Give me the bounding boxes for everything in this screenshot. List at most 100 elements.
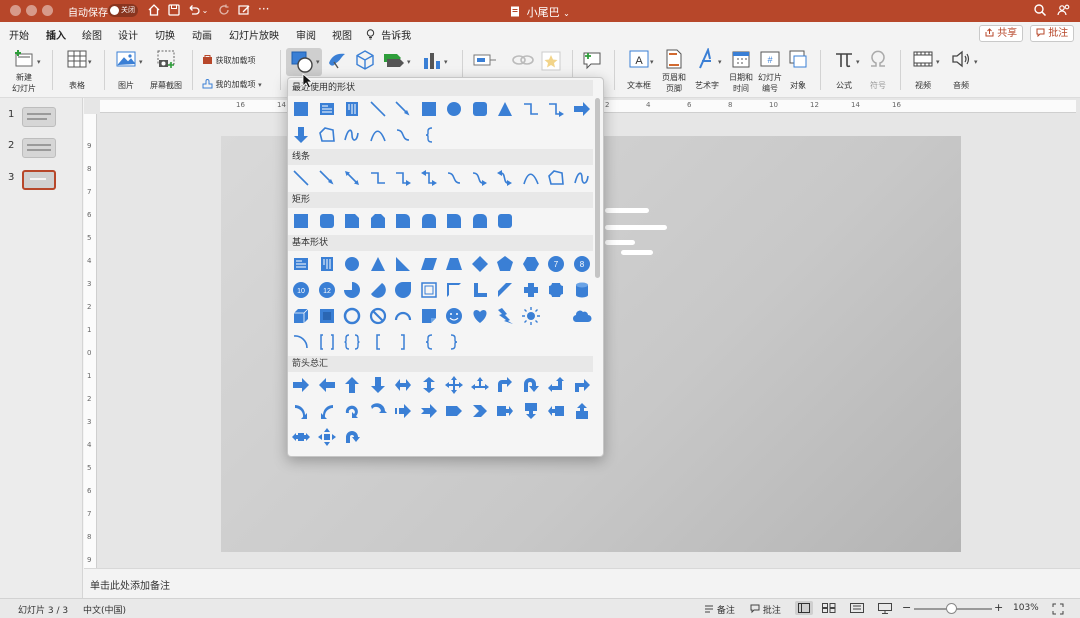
shape-pentagon-icon[interactable] (444, 401, 464, 421)
my-addins-button[interactable]: 我的加载项 ▾ (202, 78, 262, 90)
chart-dropdown-icon[interactable]: ▾ (444, 58, 448, 66)
shape-moon-icon[interactable] (546, 306, 566, 326)
shape-larrow-icon[interactable] (317, 375, 337, 395)
shape-rbracket-icon[interactable] (393, 332, 413, 352)
shape-trapezoid-icon[interactable] (444, 254, 464, 274)
equation-button[interactable]: 公式 (830, 48, 858, 91)
shape-rarrow-icon[interactable] (291, 375, 311, 395)
zoom-in-button[interactable]: + (994, 601, 1003, 614)
comments-button[interactable]: 批注 (1030, 25, 1075, 42)
slide-number-button[interactable]: # 幻灯片 编号 (756, 48, 784, 94)
shape-elbowdbl-icon[interactable] (419, 168, 439, 188)
tab-transitions[interactable]: 切换 (155, 27, 175, 42)
textbox-dropdown-icon[interactable]: ▾ (650, 58, 654, 66)
tab-animations[interactable]: 动画 (192, 27, 212, 42)
tab-home[interactable]: 开始 (9, 27, 29, 42)
shape-leftup-icon[interactable] (546, 375, 566, 395)
shape-curveleft-icon[interactable] (317, 401, 337, 421)
shape-decagon-icon[interactable]: 10 (291, 280, 311, 300)
shape-udarrow-icon[interactable] (419, 375, 439, 395)
shape-parallel-icon[interactable] (419, 254, 439, 274)
video-button[interactable]: 视频 (908, 48, 938, 91)
chart-button[interactable] (420, 49, 444, 74)
tab-view[interactable]: 视图 (332, 27, 352, 42)
shape-heart-icon[interactable] (470, 306, 490, 326)
shape-octagon-icon[interactable]: 8 (572, 254, 592, 274)
shape-diagstripe-icon[interactable] (495, 280, 515, 300)
language-indicator[interactable]: 中文(中国) (83, 603, 126, 616)
shape-rrect-icon[interactable] (470, 99, 490, 119)
tab-slideshow[interactable]: 幻灯片放映 (229, 27, 279, 42)
shape-lshape-icon[interactable] (470, 280, 490, 300)
shape-callup-icon[interactable] (572, 401, 592, 421)
shape-scribble-icon[interactable] (342, 125, 362, 145)
tab-insert[interactable]: 插入 (44, 27, 68, 47)
textbox-button[interactable]: A 文本框 (624, 48, 654, 91)
smartart-dropdown-icon[interactable]: ▾ (407, 58, 411, 66)
shape-nosymbol-icon[interactable] (368, 306, 388, 326)
tell-me-search[interactable]: 告诉我 (366, 27, 411, 42)
shape-frame-icon[interactable] (419, 280, 439, 300)
shape-snip2-icon[interactable] (368, 211, 388, 231)
date-time-button[interactable]: 日期和 时间 (726, 48, 756, 94)
shape-plus-icon[interactable] (521, 280, 541, 300)
zoom-out-button[interactable]: − (902, 601, 911, 614)
table-dropdown-icon[interactable]: ▾ (88, 58, 92, 66)
shape-circleupright-icon[interactable] (342, 427, 362, 447)
shape-chevron-icon[interactable] (470, 401, 490, 421)
shape-freeform-icon[interactable] (546, 168, 566, 188)
shape-rarrow-icon[interactable] (572, 99, 592, 119)
shape-triarrow-icon[interactable] (470, 375, 490, 395)
shape-curve-icon[interactable] (444, 168, 464, 188)
shape-dodecagon-icon[interactable]: 12 (317, 280, 337, 300)
search-icon[interactable] (1032, 3, 1048, 19)
notes-pane[interactable]: 单击此处添加备注 (84, 568, 1080, 598)
notes-toggle[interactable]: 备注 (704, 603, 735, 616)
shape-rect-icon[interactable] (419, 99, 439, 119)
shape-quadcall-icon[interactable] (317, 427, 337, 447)
shape-dblbrace-icon[interactable] (342, 332, 362, 352)
shape-pie-icon[interactable] (342, 280, 362, 300)
shape-curvedr-icon[interactable] (368, 401, 388, 421)
shape-triangle-icon[interactable] (495, 99, 515, 119)
shape-notched-icon[interactable] (419, 401, 439, 421)
shape-darrow-icon[interactable] (368, 375, 388, 395)
slide-thumbnail-3[interactable] (22, 170, 56, 190)
audio-button[interactable]: 音频 (946, 48, 976, 91)
shape-line-icon[interactable] (291, 168, 311, 188)
shape-vtext-icon[interactable] (342, 99, 362, 119)
tab-design[interactable]: 设计 (118, 27, 138, 42)
shape-round1-icon[interactable] (444, 211, 464, 231)
shape-can-icon[interactable] (572, 280, 592, 300)
shape-uarrow-icon[interactable] (342, 375, 362, 395)
shape-circarrow-icon[interactable] (342, 401, 362, 421)
normal-view-button[interactable] (795, 601, 813, 615)
shape-textbox-icon[interactable] (291, 254, 311, 274)
shape-curvearrow-icon[interactable] (470, 168, 490, 188)
symbol-button[interactable]: 符号 (864, 48, 892, 91)
shape-line-icon[interactable] (368, 99, 388, 119)
3d-models-button[interactable] (354, 49, 376, 74)
shape-arcline-icon[interactable] (368, 125, 388, 145)
shape-round2-icon[interactable] (419, 211, 439, 231)
shape-bevel-icon[interactable] (317, 306, 337, 326)
shape-arrowline-icon[interactable] (393, 99, 413, 119)
table-button[interactable]: 表格 (60, 48, 94, 91)
shape-lrarrow-icon[interactable] (393, 375, 413, 395)
shape-lbracket-icon[interactable] (368, 332, 388, 352)
smartart-button[interactable] (382, 49, 406, 74)
shape-quad-icon[interactable] (444, 375, 464, 395)
shape-curve-icon[interactable] (393, 125, 413, 145)
slide-thumbnail-1[interactable] (22, 107, 56, 127)
shape-callleft-icon[interactable] (546, 401, 566, 421)
fit-to-window-button[interactable] (1052, 603, 1064, 618)
shape-dblbracket-icon[interactable] (317, 332, 337, 352)
comments-toggle[interactable]: 批注 (750, 603, 781, 616)
shape-halfframe-icon[interactable] (444, 280, 464, 300)
shape-lbrace-icon[interactable] (419, 332, 439, 352)
shape-round1-icon[interactable] (393, 211, 413, 231)
audio-dropdown-icon[interactable]: ▾ (974, 58, 978, 66)
shape-heptagon-icon[interactable]: 7 (546, 254, 566, 274)
wordart-dropdown-icon[interactable]: ▾ (718, 58, 722, 66)
shape-folded-icon[interactable] (419, 306, 439, 326)
